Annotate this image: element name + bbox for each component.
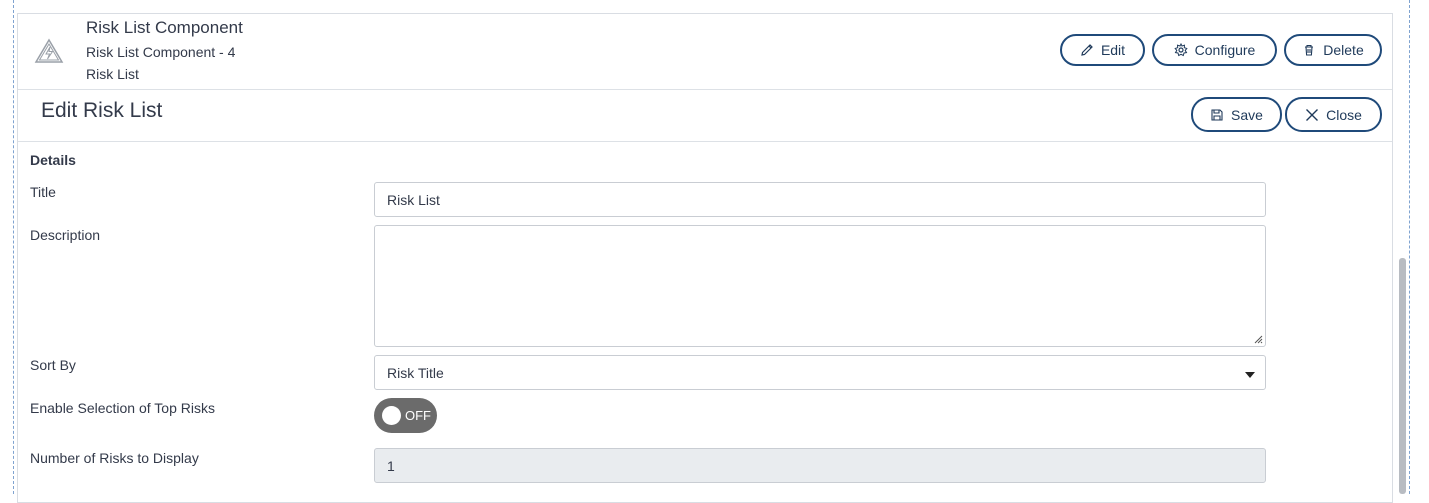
chevron-down-icon <box>1245 371 1255 378</box>
page-title: Edit Risk List <box>41 99 163 122</box>
warning-triangle-icon <box>34 38 64 63</box>
sort-by-select[interactable]: Risk Title <box>374 355 1266 390</box>
edit-button[interactable]: Edit <box>1060 34 1145 66</box>
vertical-scrollbar[interactable] <box>1399 258 1406 494</box>
component-title: Risk List Component <box>86 18 243 37</box>
component-subtitle: Risk List Component - 4 <box>86 44 236 60</box>
configure-button[interactable]: Configure <box>1152 34 1277 66</box>
toggle-knob <box>382 406 401 425</box>
configure-button-label: Configure <box>1194 42 1256 58</box>
pencil-icon <box>1081 44 1093 56</box>
close-button[interactable]: Close <box>1285 97 1382 132</box>
component-panel: Risk List Component Risk List Component … <box>17 13 1393 503</box>
top-risks-toggle[interactable]: OFF <box>374 398 437 433</box>
details-section-heading: Details <box>30 152 76 168</box>
save-button-label: Save <box>1231 106 1263 123</box>
component-type: Risk List <box>86 66 139 82</box>
description-label: Description <box>30 227 101 243</box>
resize-handle-icon[interactable] <box>1253 334 1263 344</box>
close-icon <box>1306 108 1319 121</box>
delete-button[interactable]: Delete <box>1284 34 1382 66</box>
edit-header: Edit Risk List Save Close <box>18 89 1392 142</box>
toggle-state-text: OFF <box>405 408 431 423</box>
delete-button-label: Delete <box>1323 42 1364 58</box>
top-risks-toggle-label: Enable Selection of Top Risks <box>30 400 215 416</box>
title-label: Title <box>30 184 56 200</box>
title-field-value: Risk List <box>387 191 440 208</box>
risk-count-label: Number of Risks to Display <box>30 450 199 466</box>
save-button[interactable]: Save <box>1191 97 1282 132</box>
trash-icon <box>1305 44 1314 56</box>
component-header: Risk List Component Risk List Component … <box>18 14 1392 90</box>
title-field[interactable]: Risk List <box>374 182 1266 217</box>
close-button-label: Close <box>1326 106 1362 123</box>
sort-by-label: Sort By <box>30 357 76 373</box>
description-field[interactable] <box>374 225 1266 347</box>
edit-button-label: Edit <box>1100 42 1126 58</box>
risk-count-value: 1 <box>387 457 395 474</box>
risk-count-field: 1 <box>374 448 1266 483</box>
floppy-disk-icon <box>1211 108 1223 121</box>
gear-icon <box>1173 43 1188 57</box>
sort-by-value: Risk Title <box>387 364 444 381</box>
